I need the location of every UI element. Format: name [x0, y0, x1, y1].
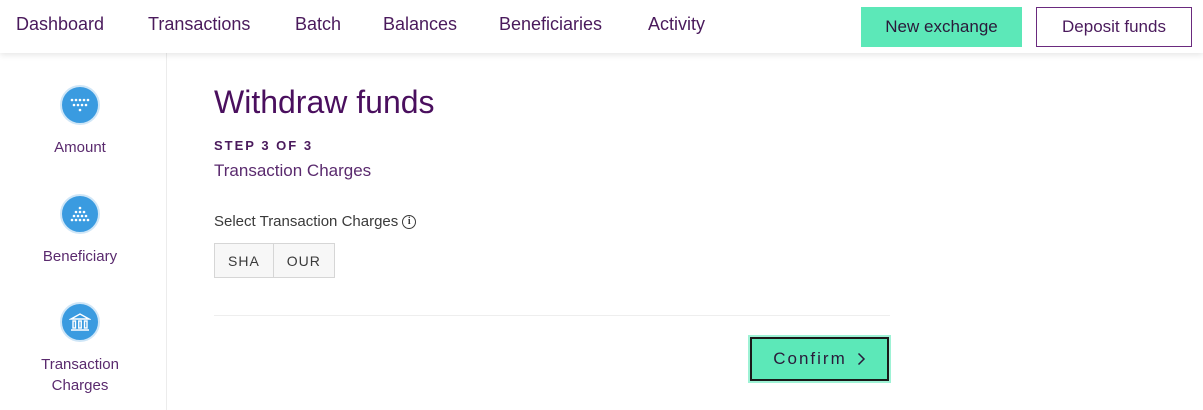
keypad-icon: [60, 194, 100, 234]
charges-field-label: Select Transaction Charges i: [214, 213, 417, 230]
confirm-button[interactable]: Confirm: [748, 335, 891, 383]
option-our-button[interactable]: OUR: [273, 243, 335, 278]
step-amount: Amount: [0, 85, 160, 158]
keypad-icon: [60, 85, 100, 125]
info-icon[interactable]: i: [402, 214, 417, 229]
step-counter: STEP 3 OF 3: [214, 138, 314, 153]
step-label: Transaction Charges: [41, 356, 119, 394]
charges-label-text: Select Transaction Charges: [214, 213, 399, 230]
nav-balances[interactable]: Balances: [383, 14, 457, 35]
step-label: Beneficiary: [42, 248, 118, 265]
nav-transactions[interactable]: Transactions: [148, 14, 250, 35]
divider: [214, 315, 890, 316]
page-title: Withdraw funds: [214, 84, 435, 120]
chevron-right-icon: [857, 352, 865, 366]
steps-rail: Amount Beneficiary Transaction Charges: [0, 53, 167, 410]
nav-batch[interactable]: Batch: [295, 14, 341, 35]
option-sha-button[interactable]: SHA: [214, 243, 274, 278]
nav-beneficiaries[interactable]: Beneficiaries: [499, 14, 602, 35]
nav-dashboard[interactable]: Dashboard: [16, 14, 104, 35]
step-beneficiary: Beneficiary: [0, 194, 160, 267]
step-label: Amount: [54, 139, 106, 156]
charges-options: SHA OUR: [214, 243, 335, 278]
top-nav: Dashboard Transactions Batch Balances Be…: [0, 0, 1203, 53]
nav-activity[interactable]: Activity: [648, 14, 705, 35]
bank-icon: [60, 302, 100, 342]
confirm-label: Confirm: [773, 349, 847, 368]
step-subtitle: Transaction Charges: [214, 161, 372, 180]
step-transaction-charges: Transaction Charges: [0, 302, 160, 396]
new-exchange-button[interactable]: New exchange: [861, 7, 1022, 47]
deposit-funds-button[interactable]: Deposit funds: [1036, 7, 1192, 47]
